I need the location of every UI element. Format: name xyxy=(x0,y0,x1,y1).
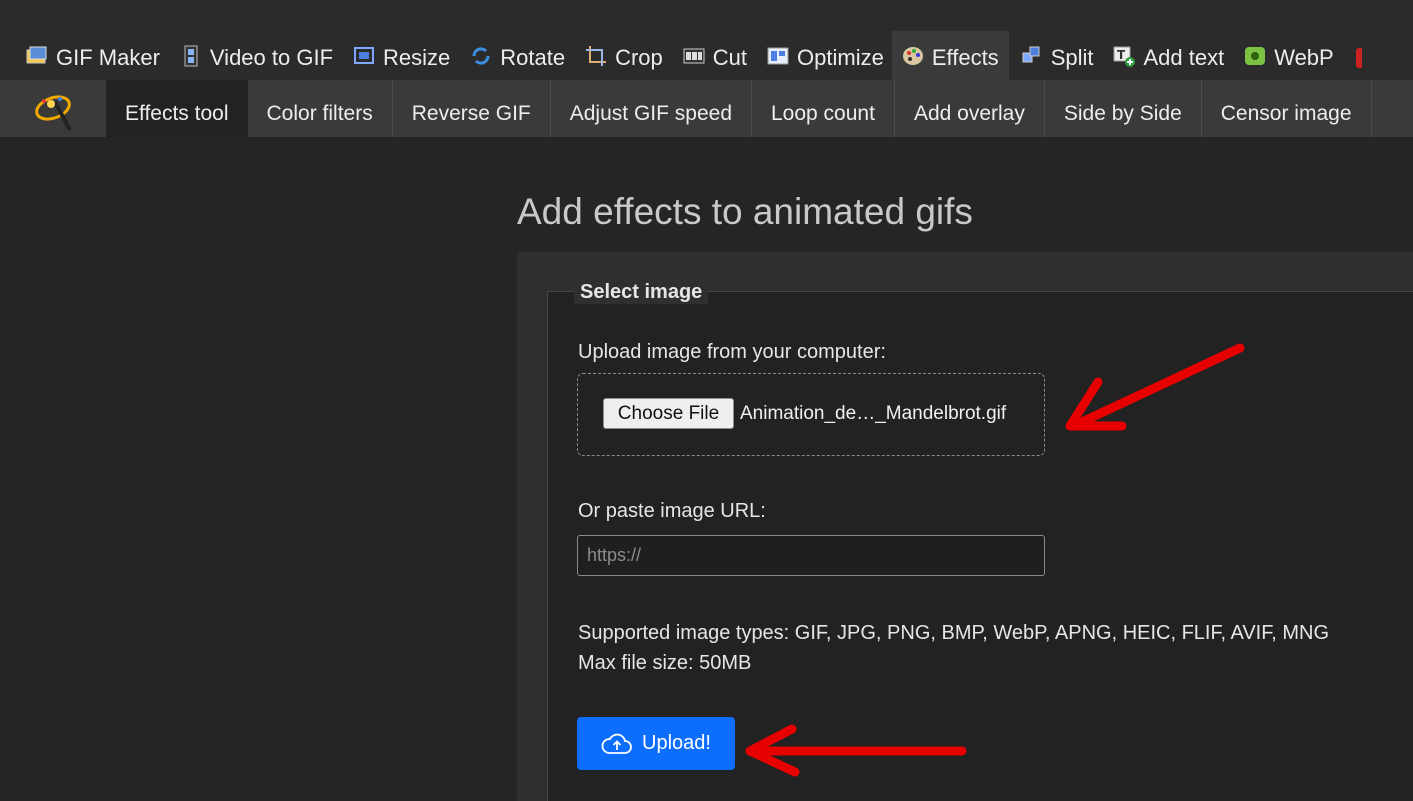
nav-label: Resize xyxy=(383,44,451,70)
nav-rotate[interactable]: Rotate xyxy=(458,31,573,80)
film-strip-icon xyxy=(180,45,202,67)
section-legend: Select image xyxy=(574,280,709,304)
tab-censor-image[interactable]: Censor image xyxy=(1202,80,1372,137)
nav-label: Add text xyxy=(1143,44,1225,70)
webp-icon xyxy=(1244,45,1266,67)
tab-reverse-gif[interactable]: Reverse GIF xyxy=(393,80,551,137)
nav-optimize[interactable]: Optimize xyxy=(755,31,892,80)
nav-label: Effects xyxy=(931,44,999,70)
nav-resize[interactable]: Resize xyxy=(341,31,458,80)
gif-maker-icon xyxy=(26,45,48,67)
split-icon xyxy=(1021,45,1043,67)
palette-icon xyxy=(902,45,924,67)
crop-icon xyxy=(585,45,607,67)
cut-icon xyxy=(683,45,705,67)
rotate-icon xyxy=(470,45,492,67)
tab-label: Color filters xyxy=(266,101,373,125)
svg-text:T: T xyxy=(1117,48,1126,62)
magic-wand-logo-icon xyxy=(35,95,72,131)
url-label: Or paste image URL: xyxy=(578,500,766,522)
nav-split[interactable]: Split xyxy=(1009,31,1102,80)
annotation-arrow-file xyxy=(1065,343,1245,431)
optimize-icon xyxy=(767,45,789,67)
nav-more-clipped[interactable] xyxy=(1355,31,1362,80)
nav-label: Optimize xyxy=(797,44,884,70)
tab-color-filters[interactable]: Color filters xyxy=(248,80,393,137)
selected-file-name: Animation_de…_Mandelbrot.gif xyxy=(740,403,1007,424)
supported-types-text: Supported image types: GIF, JPG, PNG, BM… xyxy=(578,622,1330,644)
image-url-input[interactable] xyxy=(577,535,1045,576)
annotation-arrow-upload xyxy=(745,724,967,777)
resize-icon xyxy=(353,45,375,67)
nav-label: WebP xyxy=(1274,44,1334,70)
tool-tabs: Effects tool Color filters Reverse GIF A… xyxy=(0,80,1413,137)
tab-loop-count[interactable]: Loop count xyxy=(752,80,895,137)
nav-crop[interactable]: Crop xyxy=(573,31,671,80)
nav-label: Cut xyxy=(712,44,748,70)
nav-label: Video to GIF xyxy=(209,44,334,70)
nav-effects[interactable]: Effects xyxy=(891,31,1009,80)
nav-label: Crop xyxy=(615,44,663,70)
cloud-upload-icon xyxy=(601,733,632,754)
nav-label: Split xyxy=(1050,44,1094,70)
nav-cut[interactable]: Cut xyxy=(671,31,755,80)
tab-label: Censor image xyxy=(1220,101,1352,125)
nav-label: Rotate xyxy=(500,44,566,70)
top-bar: GIF Maker Video to GIF Resize Rotate Cro… xyxy=(0,0,1413,80)
tab-label: Reverse GIF xyxy=(411,101,531,125)
page-title: Add effects to animated gifs xyxy=(517,191,973,232)
site-logo[interactable] xyxy=(0,80,106,137)
add-text-icon: T xyxy=(1113,45,1136,67)
clipped-icon xyxy=(1355,47,1362,68)
tab-effects-tool[interactable]: Effects tool xyxy=(106,80,248,137)
nav-gif-maker[interactable]: GIF Maker xyxy=(0,31,168,80)
upload-label: Upload image from your computer: xyxy=(578,341,886,363)
tab-label: Effects tool xyxy=(125,101,229,125)
tab-label: Adjust GIF speed xyxy=(569,101,732,125)
tab-label: Add overlay xyxy=(913,101,1025,125)
main-nav: GIF Maker Video to GIF Resize Rotate Cro… xyxy=(0,31,1362,80)
upload-button[interactable]: Upload! xyxy=(577,717,735,770)
nav-add-text[interactable]: T Add text xyxy=(1101,31,1232,80)
tab-add-overlay[interactable]: Add overlay xyxy=(895,80,1045,137)
nav-webp[interactable]: WebP xyxy=(1232,31,1342,80)
tab-adjust-gif-speed[interactable]: Adjust GIF speed xyxy=(551,80,752,137)
max-file-size-text: Max file size: 50MB xyxy=(578,652,752,674)
tab-label: Side by Side xyxy=(1063,101,1182,125)
nav-label: GIF Maker xyxy=(56,44,160,70)
upload-button-label: Upload! xyxy=(642,732,711,754)
tab-side-by-side[interactable]: Side by Side xyxy=(1045,80,1202,137)
choose-file-button[interactable]: Choose File xyxy=(603,398,734,429)
nav-video-to-gif[interactable]: Video to GIF xyxy=(168,31,341,80)
tab-label: Loop count xyxy=(771,101,875,125)
